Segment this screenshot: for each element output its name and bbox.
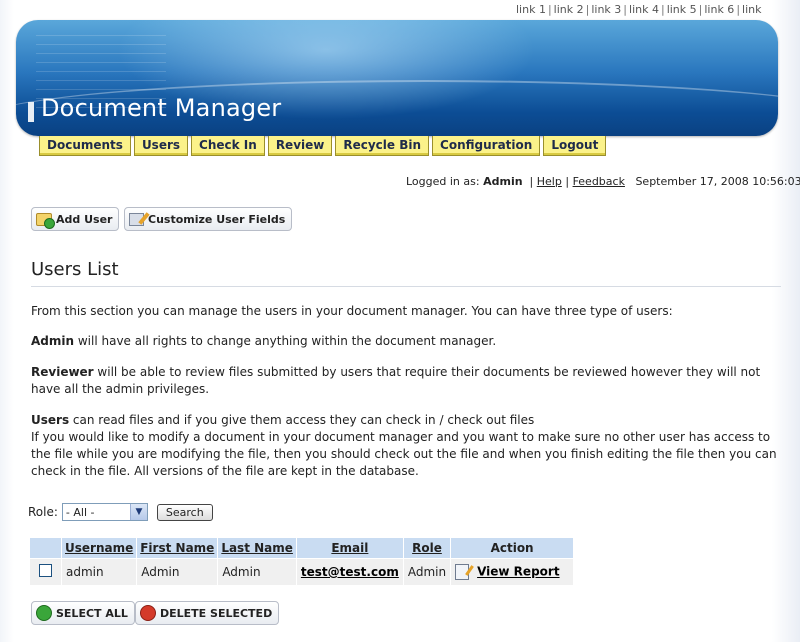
role-select[interactable]: - All - ▼: [61, 503, 148, 521]
top-link-6[interactable]: link 6: [704, 3, 734, 16]
role-filter: Role: - All - ▼ Search: [28, 503, 213, 521]
add-user-button[interactable]: Add User: [31, 207, 120, 231]
delete-circle-icon: [140, 605, 156, 621]
header-email[interactable]: Email: [295, 537, 404, 559]
top-links: link 1 | link 2 | link 3 | link 4 | link 5 | link …: [516, 3, 762, 16]
main-nav: Documents Users Check In Review Recycle …: [39, 136, 607, 156]
header-banner: Document Manager: [16, 20, 778, 136]
cell-last-name: Admin: [217, 558, 297, 586]
delete-selected-button[interactable]: DELETE SELECTED: [135, 601, 280, 625]
users-table: Username First Name Last Name Email Role…: [29, 537, 575, 586]
feedback-link[interactable]: Feedback: [573, 175, 625, 188]
email-link[interactable]: test@test.com: [301, 565, 399, 579]
role-label: Role:: [28, 505, 58, 519]
app-title: Document Manager: [41, 94, 282, 122]
users-description: Users can read files and if you give the…: [31, 413, 535, 427]
search-button[interactable]: Search: [156, 503, 213, 521]
edit-form-icon: [129, 212, 144, 226]
tab-logout[interactable]: Logout: [543, 136, 607, 156]
header-action: Action: [450, 537, 575, 559]
tab-review[interactable]: Review: [267, 136, 333, 156]
select-column-header: [29, 537, 62, 559]
cell-first-name: Admin: [136, 558, 219, 586]
top-link-3[interactable]: link 3: [591, 3, 621, 16]
tab-configuration[interactable]: Configuration: [432, 136, 541, 156]
top-link-5[interactable]: link 5: [667, 3, 697, 16]
logged-in-user: Admin: [483, 175, 523, 188]
table-header-row: Username First Name Last Name Email Role…: [29, 537, 575, 559]
reviewer-description: Reviewer will be able to review files su…: [31, 365, 761, 396]
customize-user-fields-button[interactable]: Customize User Fields: [124, 207, 293, 231]
login-status: Logged in as: Admin | Help | Feedback Se…: [406, 175, 800, 188]
tab-users[interactable]: Users: [133, 136, 189, 156]
chevron-down-icon: ▼: [129, 504, 147, 520]
current-datetime: September 17, 2008 10:56:03 am: [635, 175, 800, 188]
page-left-shade: [0, 0, 14, 642]
tab-check-in[interactable]: Check In: [191, 136, 265, 156]
title-divider: [31, 286, 781, 287]
cell-username: admin: [60, 558, 138, 586]
intro-text: From this section you can manage the use…: [31, 304, 673, 318]
title-accent-bar: [28, 102, 34, 122]
row-checkbox[interactable]: [39, 564, 52, 577]
header-first-name[interactable]: First Name: [136, 537, 219, 559]
cell-role: Admin: [402, 558, 452, 586]
report-icon[interactable]: [455, 564, 470, 580]
cell-email: test@test.com: [295, 558, 404, 586]
check-circle-icon: [36, 605, 52, 621]
page-title: Users List: [31, 259, 119, 280]
select-all-button[interactable]: SELECT ALL: [31, 601, 135, 625]
help-link[interactable]: Help: [537, 175, 562, 188]
top-link-4[interactable]: link 4: [629, 3, 659, 16]
tab-documents[interactable]: Documents: [39, 136, 131, 156]
tab-recycle-bin[interactable]: Recycle Bin: [335, 136, 430, 156]
table-row: admin Admin Admin test@test.com Admin Vi…: [29, 558, 575, 586]
add-folder-icon: [36, 212, 55, 229]
top-link-7[interactable]: link: [742, 3, 761, 16]
admin-description: Admin will have all rights to change any…: [31, 334, 497, 348]
header-role[interactable]: Role: [402, 537, 452, 559]
view-report-link[interactable]: View Report: [477, 565, 559, 579]
header-last-name[interactable]: Last Name: [217, 537, 297, 559]
cell-action: View Report: [450, 558, 575, 586]
header-username[interactable]: Username: [60, 537, 138, 559]
row-select-cell: [29, 558, 62, 586]
top-link-1[interactable]: link 1: [516, 3, 546, 16]
logged-in-label: Logged in as:: [406, 175, 480, 188]
checkout-description: If you would like to modify a document i…: [31, 430, 777, 478]
top-link-2[interactable]: link 2: [554, 3, 584, 16]
